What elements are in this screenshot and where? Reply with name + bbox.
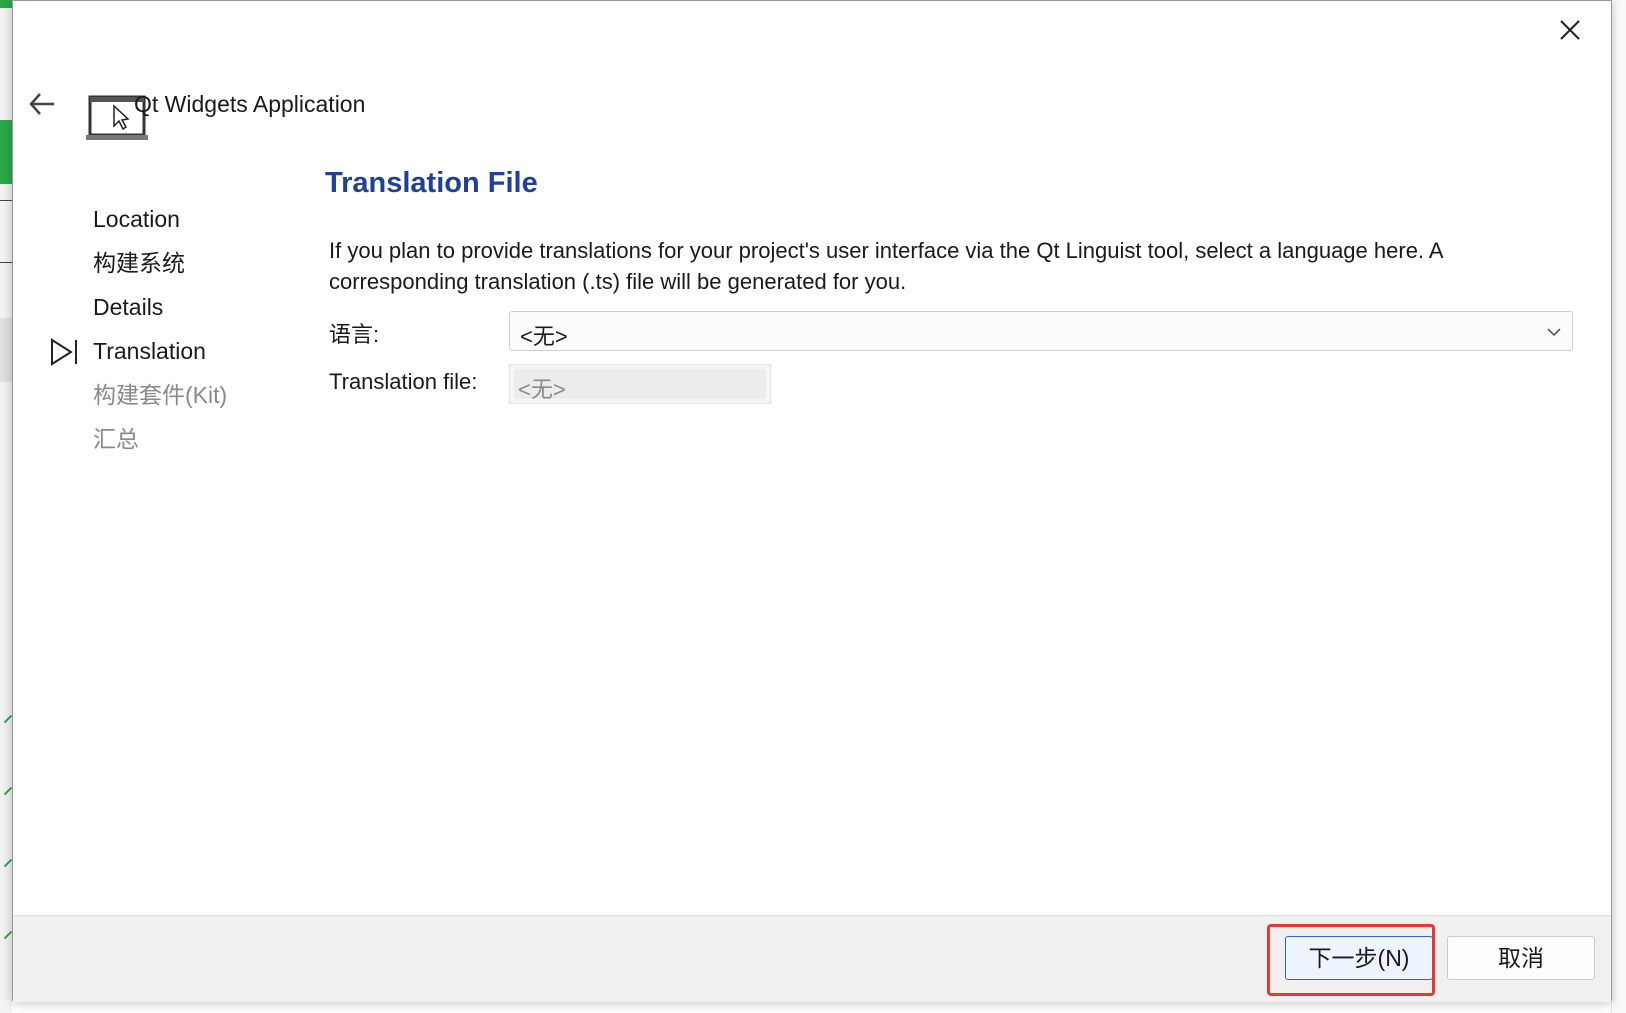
close-icon bbox=[1560, 20, 1580, 40]
language-label: 语言: bbox=[329, 322, 380, 347]
back-button[interactable] bbox=[27, 89, 57, 119]
wizard-steps: Location 构建系统 Details Translation 构建套件(K… bbox=[51, 197, 313, 461]
new-project-wizard-dialog: Qt Widgets Application Location 构建系统 Det… bbox=[12, 0, 1612, 1002]
step-translation: Translation bbox=[51, 329, 313, 373]
back-arrow-icon bbox=[29, 93, 54, 115]
cancel-button-label: 取消 bbox=[1498, 945, 1544, 971]
step-label: Translation bbox=[93, 338, 206, 364]
step-build-system: 构建系统 bbox=[93, 241, 313, 285]
translation-file-field: <无> bbox=[509, 364, 771, 404]
step-kits: 构建套件(Kit) bbox=[93, 373, 313, 417]
wizard-title: Qt Widgets Application bbox=[134, 91, 366, 117]
step-label: 构建套件(Kit) bbox=[93, 382, 228, 408]
dialog-footer: 下一步(N) 取消 bbox=[13, 915, 1611, 1002]
next-button[interactable]: 下一步(N) bbox=[1285, 936, 1433, 980]
page-description: If you plan to provide translations for … bbox=[329, 238, 1443, 294]
background-divider bbox=[0, 200, 12, 201]
close-button[interactable] bbox=[1555, 15, 1585, 45]
language-select-value: <无> bbox=[520, 324, 568, 349]
translation-file-label: Translation file: bbox=[329, 369, 478, 394]
current-step-icon bbox=[51, 338, 77, 366]
cancel-button[interactable]: 取消 bbox=[1447, 936, 1595, 980]
step-label: 构建系统 bbox=[93, 250, 185, 276]
page-title: Translation File bbox=[325, 167, 538, 199]
step-label: 汇总 bbox=[93, 426, 139, 452]
background-app-edge-right bbox=[1611, 0, 1626, 1013]
language-select[interactable]: <无> bbox=[509, 311, 1573, 351]
background-green-accent bbox=[0, 120, 12, 184]
step-summary: 汇总 bbox=[93, 417, 313, 461]
background-divider bbox=[0, 262, 12, 263]
next-button-label: 下一步(N) bbox=[1308, 945, 1410, 971]
step-details: Details bbox=[93, 285, 313, 329]
chevron-down-icon bbox=[1547, 328, 1561, 337]
translation-file-value: <无> bbox=[518, 377, 566, 402]
step-label: Details bbox=[93, 294, 164, 320]
step-location: Location bbox=[93, 197, 313, 241]
step-label: Location bbox=[93, 206, 180, 232]
background-panel bbox=[0, 318, 12, 382]
